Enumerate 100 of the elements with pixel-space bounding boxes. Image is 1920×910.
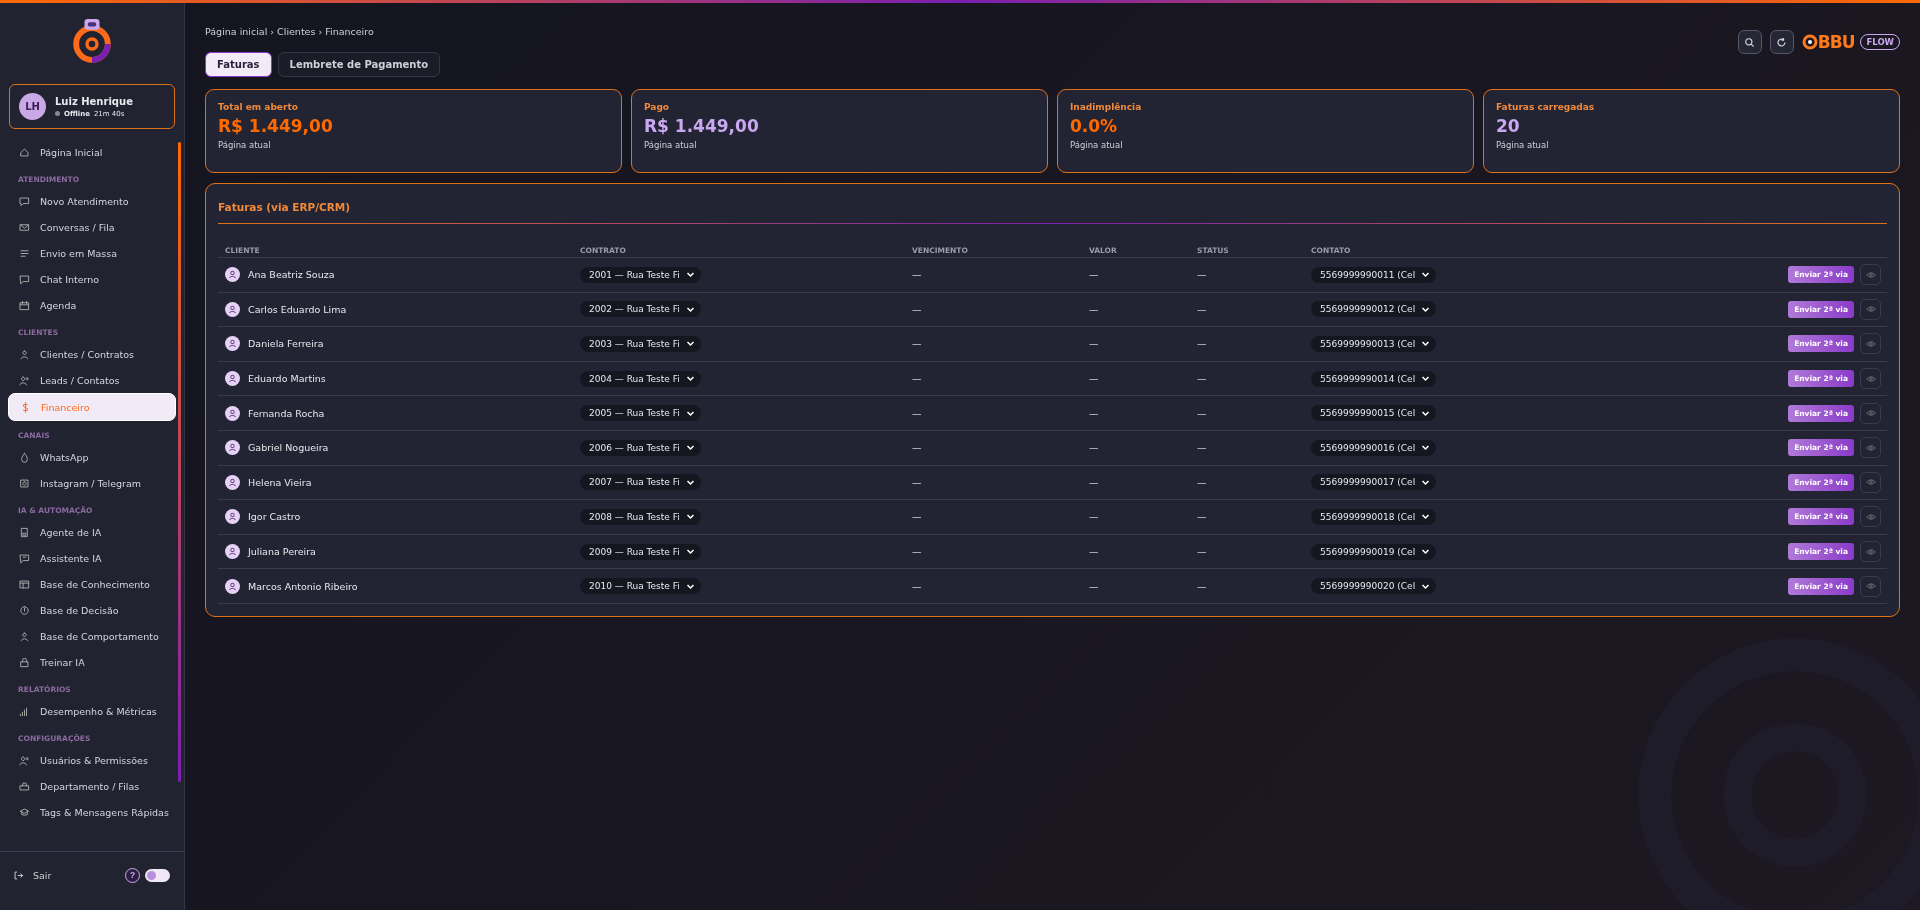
contact-select[interactable]: 5569999990017 (Cel xyxy=(1311,474,1437,491)
due-date-cell-text: — xyxy=(912,338,923,350)
drop-icon xyxy=(19,451,30,463)
stat-label: Total em aberto xyxy=(218,102,299,112)
contract-select[interactable]: 2010 — Rua Teste Fi xyxy=(580,578,701,595)
search-button[interactable] xyxy=(1737,30,1762,54)
nav-item[interactable]: Usuários & Permissões xyxy=(8,747,176,773)
contract-select[interactable]: 2005 — Rua Teste Fi xyxy=(580,405,701,422)
value-cell-text: — xyxy=(1089,407,1100,419)
view-button[interactable] xyxy=(1860,541,1881,563)
chevron-down-icon xyxy=(1421,374,1431,384)
user-avatar-icon xyxy=(225,336,240,352)
contact-select[interactable]: 5569999990019 (Cel xyxy=(1311,543,1437,560)
view-button[interactable] xyxy=(1860,298,1881,320)
nav-item[interactable]: Página Inicial xyxy=(8,139,176,165)
view-button[interactable] xyxy=(1860,264,1881,286)
contact-select[interactable]: 5569999990016 (Cel xyxy=(1311,439,1437,456)
nav-item[interactable]: Assistente IA xyxy=(8,545,176,571)
nav-item[interactable]: Novo Atendimento xyxy=(8,188,176,214)
user-avatar-icon xyxy=(225,301,240,317)
tab[interactable]: Lembrete de Pagamento xyxy=(277,52,441,77)
view-button[interactable] xyxy=(1860,402,1881,424)
status-cell-text: — xyxy=(1197,580,1208,592)
due-date-cell-text: — xyxy=(912,303,923,315)
nav-item[interactable]: Envio em Massa xyxy=(8,240,176,266)
users-icon xyxy=(19,754,30,766)
eye-icon xyxy=(1865,511,1876,522)
chevron-down-icon xyxy=(1421,270,1431,280)
client-name: Igor Castro xyxy=(248,511,301,523)
cap-icon xyxy=(19,806,30,818)
contact-select[interactable]: 5569999990014 (Cel xyxy=(1311,370,1437,387)
client-name: Fernanda Rocha xyxy=(248,407,325,419)
view-button[interactable] xyxy=(1860,506,1881,528)
bar-chart-icon xyxy=(19,705,30,717)
eye-icon xyxy=(1865,373,1876,384)
contract-select[interactable]: 2002 — Rua Teste Fi xyxy=(580,301,701,318)
contract-select[interactable]: 2006 — Rua Teste Fi xyxy=(580,439,701,456)
view-button[interactable] xyxy=(1860,437,1881,459)
scroll-bar[interactable] xyxy=(178,142,181,782)
contact-select[interactable]: 5569999990012 (Cel xyxy=(1311,301,1437,318)
status-cell-text: — xyxy=(1197,269,1208,281)
nav-item[interactable]: Agente de IA xyxy=(8,519,176,545)
contract-select[interactable]: 2007 — Rua Teste Fi xyxy=(580,474,701,491)
contract-select[interactable]: 2003 — Rua Teste Fi xyxy=(580,336,701,352)
home-icon xyxy=(19,146,30,158)
view-button[interactable] xyxy=(1860,368,1881,390)
user-icon xyxy=(19,630,30,642)
status-cell-text: — xyxy=(1197,338,1208,350)
contract-select[interactable]: 2009 — Rua Teste Fi xyxy=(580,543,701,560)
due-date-cell-text: — xyxy=(912,511,923,523)
nav-item[interactable]: Departamento / Filas xyxy=(8,773,176,799)
nav-item[interactable]: Base de Conhecimento xyxy=(8,571,176,597)
theme-toggle[interactable] xyxy=(145,868,170,882)
logout-button[interactable]: Sair xyxy=(13,869,52,881)
user-avatar-icon xyxy=(225,405,240,421)
contact-select[interactable]: 5569999990015 (Cel xyxy=(1311,405,1437,422)
lock-icon xyxy=(19,656,30,668)
due-date-cell-text: — xyxy=(912,407,923,419)
contact-select[interactable]: 5569999990018 (Cel xyxy=(1311,508,1437,525)
nav-item[interactable]: Agenda xyxy=(8,292,176,318)
nav-item[interactable]: Clientes / Contratos xyxy=(8,341,176,367)
status-cell-text: — xyxy=(1197,442,1208,454)
eye-icon xyxy=(1865,442,1876,453)
refresh-button[interactable] xyxy=(1769,30,1794,54)
tab[interactable]: Faturas xyxy=(205,52,272,77)
view-button[interactable] xyxy=(1860,575,1881,597)
contract-select[interactable]: 2004 — Rua Teste Fi xyxy=(580,370,701,387)
value-cell-text: — xyxy=(1089,442,1100,454)
help-button[interactable]: ? xyxy=(125,867,140,883)
client-name: Juliana Pereira xyxy=(248,546,316,558)
due-date-cell-text: — xyxy=(912,546,923,558)
breadcrumb: Página inicial › Clientes › Financeiro xyxy=(205,25,374,37)
nav-item[interactable]: Leads / Contatos xyxy=(8,367,176,393)
value-cell-text: — xyxy=(1089,580,1100,592)
client-name: Carlos Eduardo Lima xyxy=(248,303,347,315)
nav-item[interactable]: Conversas / Fila xyxy=(8,214,176,240)
contact-select[interactable]: 5569999990020 (Cel xyxy=(1311,578,1437,595)
nav-item[interactable]: Instagram / Telegram xyxy=(8,470,176,496)
nav-item[interactable]: Tags & Mensagens Rápidas xyxy=(8,799,176,825)
contract-select[interactable]: 2001 — Rua Teste Fi xyxy=(580,266,701,283)
nav-item[interactable]: Chat Interno xyxy=(8,266,176,292)
contract-select[interactable]: 2008 — Rua Teste Fi xyxy=(580,508,701,525)
user-icon xyxy=(19,348,30,360)
phone-icon xyxy=(19,526,30,538)
nav-item[interactable]: WhatsApp xyxy=(8,444,176,470)
status-cell-text: — xyxy=(1197,546,1208,558)
stat-value: R$ 1.449,00 xyxy=(644,116,760,136)
contact-select[interactable]: 5569999990013 (Cel xyxy=(1311,336,1437,352)
view-button[interactable] xyxy=(1860,471,1881,493)
value-cell-text: — xyxy=(1089,546,1100,558)
nav-item[interactable]: Base de Decisão xyxy=(8,597,176,623)
nav-item[interactable]: Treinar IA xyxy=(8,649,176,675)
nav-item[interactable]: Base de Comportamento xyxy=(8,623,176,649)
nav-item[interactable]: Desempenho & Métricas xyxy=(8,698,176,724)
client-name: Gabriel Nogueira xyxy=(248,442,329,454)
brand-name: BBU xyxy=(1817,32,1855,52)
client-name: Eduardo Martins xyxy=(248,373,326,385)
stat-note: Página atual xyxy=(644,140,698,150)
view-button[interactable] xyxy=(1860,333,1881,355)
contact-select[interactable]: 5569999990011 (Cel xyxy=(1311,266,1437,283)
